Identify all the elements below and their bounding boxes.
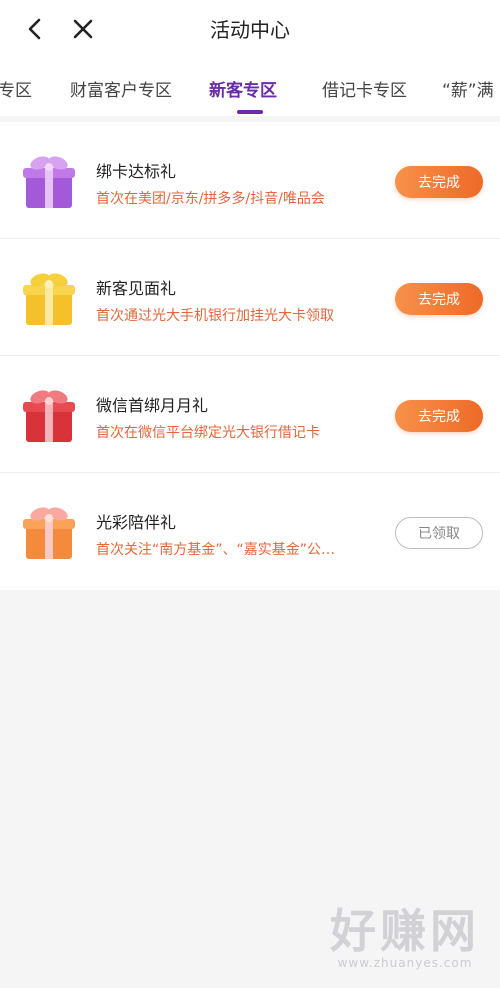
list-item: 绑卡达标礼 首次在美团/京东/拼多多/抖音/唯品会 去完成: [0, 122, 500, 239]
item-description: 首次关注“南方基金”、“嘉实基金”公众号: [96, 542, 348, 558]
gift-list: 绑卡达标礼 首次在美团/京东/拼多多/抖音/唯品会 去完成 新客见面礼 首次通过…: [0, 122, 500, 590]
tab-wealth-customer-zone[interactable]: 财富客户专区: [70, 76, 172, 101]
item-title: 微信首绑月月礼: [96, 396, 209, 415]
gift-orange-icon: [23, 507, 75, 559]
gift-purple-icon: [23, 156, 75, 208]
gift-red-icon: [23, 390, 75, 442]
tab-debit-card-zone[interactable]: 借记卡专区: [322, 76, 407, 101]
tab-new-customer-zone[interactable]: 新客专区: [209, 76, 277, 101]
watermark-url: www.zhuanyes.com: [337, 956, 473, 970]
complete-button[interactable]: 去完成: [395, 166, 483, 198]
header-bar: 活动中心: [0, 0, 500, 58]
claimed-button[interactable]: 已领取: [395, 517, 483, 549]
complete-button[interactable]: 去完成: [395, 283, 483, 315]
item-title: 绑卡达标礼: [96, 162, 177, 181]
tab-bar: 专区 财富客户专区 新客专区 借记卡专区 “薪”满: [0, 58, 500, 116]
watermark-logo-text: 好赚网: [330, 904, 480, 958]
gift-yellow-icon: [23, 273, 75, 325]
item-title: 光彩陪伴礼: [96, 513, 177, 532]
list-item: 新客见面礼 首次通过光大手机银行加挂光大卡领取 去完成: [0, 239, 500, 356]
tab-zone-partial[interactable]: 专区: [0, 76, 32, 101]
list-item: 微信首绑月月礼 首次在微信平台绑定光大银行借记卡 去完成: [0, 356, 500, 473]
item-description: 首次在美团/京东/拼多多/抖音/唯品会: [96, 191, 325, 207]
tab-salary-zone[interactable]: “薪”满: [442, 76, 494, 101]
page-title: 活动中心: [210, 18, 290, 42]
item-description: 首次通过光大手机银行加挂光大卡领取: [96, 308, 334, 324]
item-title: 新客见面礼: [96, 279, 177, 298]
active-tab-indicator: [237, 110, 263, 114]
site-watermark: 好赚网 www.zhuanyes.com: [330, 908, 480, 970]
item-description: 首次在微信平台绑定光大银行借记卡: [96, 425, 320, 441]
list-item: 光彩陪伴礼 首次关注“南方基金”、“嘉实基金”公众号 已领取: [0, 473, 500, 590]
complete-button[interactable]: 去完成: [395, 400, 483, 432]
